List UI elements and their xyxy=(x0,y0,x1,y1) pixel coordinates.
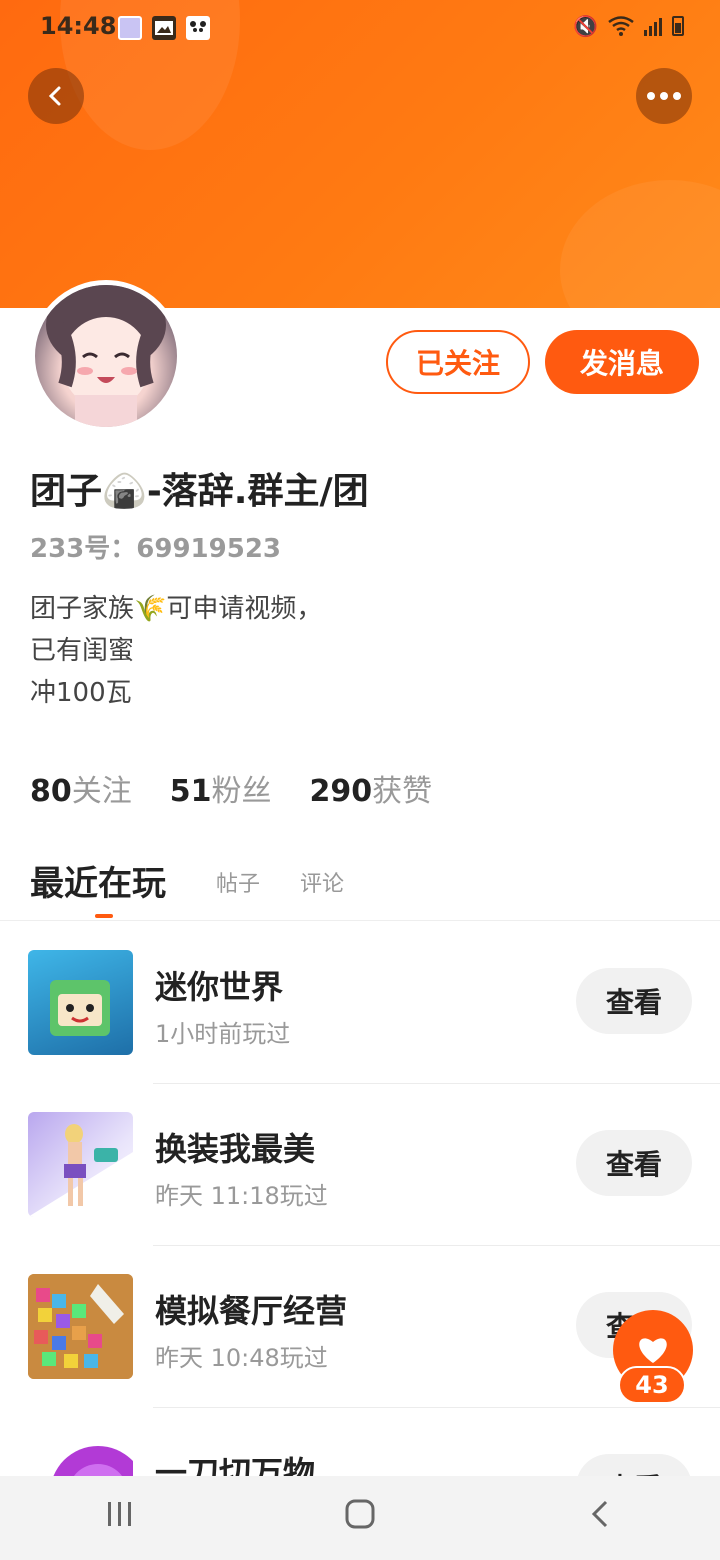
game-thumbnail xyxy=(28,1436,133,1476)
image-icon xyxy=(152,16,176,40)
tab-indicator xyxy=(95,914,113,918)
divider xyxy=(0,920,720,921)
game-thumbnail xyxy=(28,1274,133,1379)
game-title: 迷你世界 xyxy=(155,968,284,1006)
recent-apps-icon xyxy=(108,1502,131,1526)
avatar[interactable] xyxy=(30,280,182,432)
stat-following[interactable]: 80关注 xyxy=(30,766,132,810)
more-button[interactable] xyxy=(636,68,692,124)
stat-value: 290 xyxy=(309,774,373,809)
status-time: 14:48 xyxy=(40,12,117,40)
status-right-icons: 🔇 xyxy=(573,14,684,38)
list-item[interactable]: 一刀切万物 查看 xyxy=(0,1408,720,1476)
game-title: 一刀切万物 xyxy=(155,1454,316,1476)
stat-value: 80 xyxy=(30,774,72,809)
back-button[interactable] xyxy=(28,68,84,124)
mute-icon: 🔇 xyxy=(573,14,598,38)
list-item[interactable]: 模拟餐厅经营 昨天 10:48玩过 查看 xyxy=(0,1246,720,1408)
bio-line: 冲100瓦 xyxy=(30,678,132,708)
view-button[interactable]: 查看 xyxy=(576,1454,692,1476)
tab-recently-played[interactable]: 最近在玩 xyxy=(30,856,166,905)
profile-tabs: 最近在玩 帖子 评论 xyxy=(30,856,690,918)
status-bar: 14:48 🔇 xyxy=(0,0,720,56)
game-thumbnail xyxy=(28,1112,133,1217)
recent-apps-button[interactable] xyxy=(80,1500,160,1536)
panda-app-icon xyxy=(186,16,210,40)
stat-likes: 290获赞 xyxy=(310,766,433,810)
game-thumbnail xyxy=(28,950,133,1055)
battery-icon xyxy=(672,16,684,36)
tab-posts[interactable]: 帖子 xyxy=(216,866,260,898)
system-nav-bar xyxy=(0,1476,720,1560)
back-icon xyxy=(591,1500,608,1528)
profile-id: 233号：69919523 xyxy=(30,534,281,564)
wifi-icon xyxy=(608,16,634,36)
view-button[interactable]: 查看 xyxy=(576,1130,692,1196)
stat-label: 粉丝 xyxy=(211,774,272,809)
stat-followers[interactable]: 51粉丝 xyxy=(170,766,272,810)
heart-icon xyxy=(639,1338,667,1363)
system-back-button[interactable] xyxy=(560,1499,640,1537)
tab-comments[interactable]: 评论 xyxy=(300,866,344,898)
home-button[interactable] xyxy=(320,1498,400,1538)
profile-name: 团子🍙-落辞.群主/团 xyxy=(30,471,369,512)
game-played-time: 昨天 10:48玩过 xyxy=(155,1344,328,1372)
send-message-button[interactable]: 发消息 xyxy=(545,330,699,394)
followed-button[interactable]: 已关注 xyxy=(386,330,530,394)
bio-line: 团子家族🌾可申请视频， xyxy=(30,594,323,624)
signal-icon xyxy=(644,16,662,36)
chevron-left-icon xyxy=(48,86,61,106)
list-item[interactable]: 换装我最美 昨天 11:18玩过 查看 xyxy=(0,1084,720,1246)
banner-decoration xyxy=(560,180,720,308)
game-title: 模拟餐厅经营 xyxy=(155,1292,348,1330)
stat-label: 关注 xyxy=(71,774,132,809)
more-dots-icon xyxy=(647,92,681,100)
game-played-time: 昨天 11:18玩过 xyxy=(155,1182,328,1210)
stat-value: 51 xyxy=(169,774,212,809)
list-item[interactable]: 迷你世界 1小时前玩过 查看 xyxy=(0,922,720,1084)
stat-label: 获赞 xyxy=(372,774,433,809)
gallery-notification-icon xyxy=(118,16,142,40)
game-title: 换装我最美 xyxy=(155,1130,316,1168)
profile-bio: 团子家族🌾可申请视频， 已有闺蜜 冲100瓦 xyxy=(30,588,322,714)
game-played-time: 1小时前玩过 xyxy=(155,1020,291,1048)
avatar-illustration xyxy=(46,285,166,427)
profile-stats: 80关注 51粉丝 290获赞 xyxy=(30,766,432,810)
home-icon xyxy=(345,1499,375,1529)
like-count-badge: 43 xyxy=(618,1366,686,1404)
view-button[interactable]: 查看 xyxy=(576,968,692,1034)
bio-line: 已有闺蜜 xyxy=(30,636,135,666)
